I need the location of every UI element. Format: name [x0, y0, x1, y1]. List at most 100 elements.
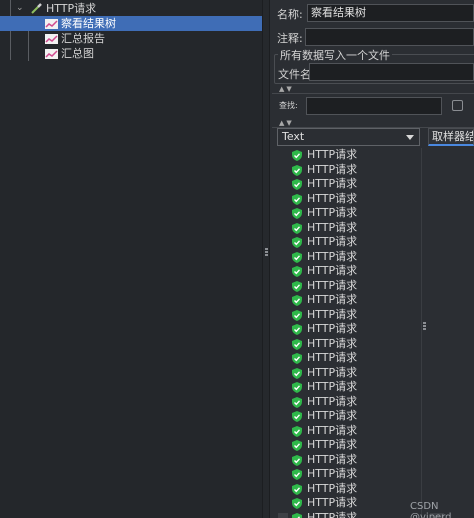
grip-icon	[423, 322, 426, 331]
tree-item-view-results-tree[interactable]: 察看结果树	[0, 16, 262, 31]
result-item[interactable]: HTTP请求	[292, 221, 420, 236]
tree-item-label: 汇总报告	[61, 32, 105, 45]
success-shield-icon	[292, 454, 302, 466]
results-splitter[interactable]	[421, 148, 427, 518]
result-item[interactable]: HTTP请求	[292, 279, 420, 294]
bottom-scrollbar[interactable]	[278, 513, 288, 518]
result-label: HTTP请求	[307, 235, 358, 248]
success-shield-icon	[292, 208, 302, 219]
result-item[interactable]: HTTP请求	[292, 206, 420, 221]
tree-item-label: 汇总图	[61, 47, 94, 60]
result-item[interactable]: HTTP请求	[292, 337, 420, 352]
result-item[interactable]: HTTP请求	[292, 409, 420, 424]
result-item[interactable]: HTTP请求	[292, 380, 420, 395]
result-label: HTTP请求	[307, 380, 358, 393]
result-label: HTTP请求	[307, 293, 358, 306]
comment-label: 注释:	[277, 32, 303, 45]
success-shield-icon	[292, 150, 302, 161]
test-plan-tree: ⌄ HTTP请求 察看结果树 汇总报告 汇总图	[0, 0, 262, 518]
result-item[interactable]: HTTP请求	[292, 177, 420, 192]
result-item[interactable]: HTTP请求	[292, 308, 420, 323]
result-label: HTTP请求	[307, 496, 358, 509]
result-label: HTTP请求	[307, 423, 358, 437]
result-item[interactable]: HTTP请求	[292, 235, 420, 250]
result-label: HTTP请求	[307, 394, 358, 408]
result-label: HTTP请求	[307, 365, 358, 379]
result-item[interactable]: HTTP请求	[292, 453, 420, 468]
case-sensitive-checkbox[interactable]	[452, 100, 463, 111]
tree-item-label: HTTP请求	[46, 2, 97, 15]
filename-label: 文件名	[278, 68, 311, 81]
success-shield-icon	[292, 469, 302, 480]
result-label: HTTP请求	[307, 206, 358, 219]
chevron-down-icon[interactable]: ⌄	[16, 4, 24, 13]
renderer-selected-value: Text	[282, 130, 305, 143]
result-item[interactable]: HTTP请求	[292, 293, 420, 308]
result-item[interactable]: HTTP请求	[292, 264, 420, 279]
result-item[interactable]: HTTP请求	[292, 482, 420, 497]
success-shield-icon	[292, 179, 302, 190]
comment-input[interactable]	[305, 28, 474, 46]
success-shield-icon	[292, 338, 302, 350]
result-label: HTTP请求	[307, 510, 358, 518]
result-item[interactable]: HTTP请求	[292, 424, 420, 439]
success-shield-icon	[292, 164, 302, 176]
pipette-icon	[31, 3, 42, 14]
result-label: HTTP请求	[307, 322, 358, 335]
success-shield-icon	[292, 193, 302, 205]
success-shield-icon	[292, 251, 302, 263]
panel-splitter[interactable]	[262, 0, 270, 518]
file-group-title: 所有数据写入一个文件	[278, 47, 392, 63]
result-label: HTTP请求	[307, 177, 358, 190]
result-label: HTTP请求	[307, 481, 358, 495]
result-item[interactable]: HTTP请求	[292, 496, 420, 511]
success-shield-icon	[292, 309, 302, 321]
renderer-select[interactable]: Text	[277, 128, 420, 146]
result-item[interactable]: HTTP请求	[292, 192, 420, 207]
result-item[interactable]: HTTP请求	[292, 322, 420, 337]
search-input[interactable]	[306, 97, 442, 115]
success-shield-icon	[292, 382, 302, 393]
result-item[interactable]: HTTP请求	[292, 395, 420, 410]
graph-icon	[45, 49, 58, 59]
result-label: HTTP请求	[307, 336, 358, 350]
chevron-down-icon	[406, 135, 414, 140]
tree-item-http-request[interactable]: ⌄ HTTP请求	[0, 1, 262, 16]
result-item[interactable]: HTTP请求	[292, 250, 420, 265]
success-shield-icon	[292, 425, 302, 437]
result-item[interactable]: HTTP请求	[292, 366, 420, 381]
result-item[interactable]: HTTP请求	[292, 163, 420, 178]
result-label: HTTP请求	[307, 438, 358, 451]
tab-sampler-result[interactable]: 取样器结果	[428, 128, 474, 146]
success-shield-icon	[292, 498, 302, 509]
result-label: HTTP请求	[307, 264, 358, 277]
result-label: HTTP请求	[307, 307, 358, 321]
result-item[interactable]: HTTP请求	[292, 148, 420, 163]
result-item[interactable]: HTTP请求	[292, 467, 420, 482]
result-item[interactable]: HTTP请求	[292, 438, 420, 453]
success-shield-icon	[292, 440, 302, 451]
graph-icon	[45, 19, 58, 29]
result-item[interactable]: HTTP请求	[292, 511, 420, 518]
success-shield-icon	[292, 483, 302, 495]
divider	[272, 93, 474, 94]
result-label: HTTP请求	[307, 409, 358, 422]
collapse-arrows-icon[interactable]: ▲▼	[279, 120, 294, 127]
success-shield-icon	[292, 324, 302, 335]
filename-input[interactable]	[309, 63, 474, 81]
search-label: 查找:	[279, 101, 298, 110]
name-input[interactable]: 察看结果树	[307, 4, 474, 22]
tree-item-summary-report[interactable]: 汇总报告	[0, 31, 262, 46]
collapse-arrows-icon[interactable]: ▲▼	[279, 86, 294, 93]
result-label: HTTP请求	[307, 467, 358, 480]
success-shield-icon	[292, 411, 302, 422]
result-label: HTTP请求	[307, 148, 358, 161]
result-label: HTTP请求	[307, 220, 358, 234]
watermark-text: CSDN @viperd	[410, 501, 452, 518]
result-item[interactable]: HTTP请求	[292, 351, 420, 366]
name-label: 名称:	[277, 8, 303, 21]
result-label: HTTP请求	[307, 249, 358, 263]
success-shield-icon	[292, 280, 302, 292]
tree-item-summary-graph[interactable]: 汇总图	[0, 46, 262, 61]
success-shield-icon	[292, 367, 302, 379]
